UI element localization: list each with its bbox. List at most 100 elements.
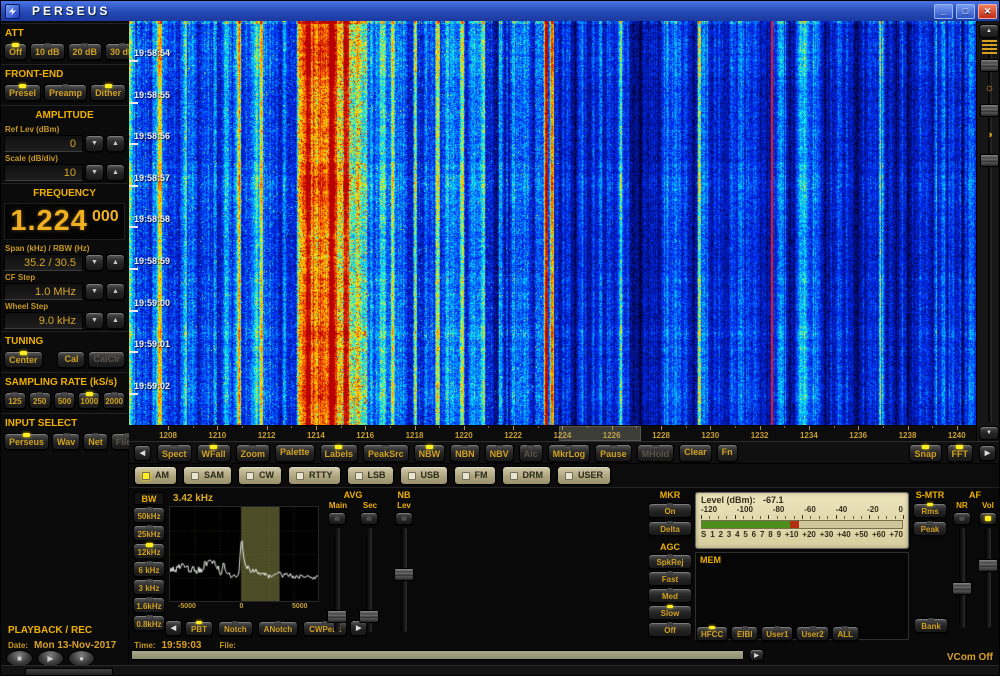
contrast-slider-thumb[interactable] [980,154,999,167]
ref-lev-down-button[interactable]: ▼ [85,135,104,152]
spect-button[interactable]: Spect [157,444,192,462]
mkrlog-button[interactable]: MkrLog [548,444,591,462]
cw-button[interactable]: CW [238,466,282,485]
clear-button[interactable]: Clear [679,444,712,462]
strip-up-button[interactable]: ▲ [979,24,999,38]
nbn-button[interactable]: NBN [450,444,480,462]
peak-button[interactable]: Peak [913,521,947,536]
notch-button[interactable]: Notch [218,621,253,636]
1-6khz-button[interactable]: 1.6kHz [133,597,165,613]
brightness-slider-thumb[interactable] [980,104,999,117]
nb-lev-slider-thumb[interactable] [394,568,414,581]
maximize-button[interactable]: □ [956,4,975,19]
strip-down-button[interactable]: ▼ [979,426,999,440]
spkrej-button[interactable]: SpkRej [648,554,692,569]
avg-main-toggle-button[interactable] [328,512,346,525]
delta-button[interactable]: Delta [648,521,692,536]
titlebar[interactable]: PERSEUS _ □ ✕ [1,1,1000,21]
vol-slider-thumb[interactable] [978,559,998,572]
med-button[interactable]: Med [648,588,692,603]
peaksrc-button[interactable]: PeakSrc [363,444,409,462]
labels-button[interactable]: Labels [320,444,359,462]
pause-button[interactable]: Pause [595,444,632,462]
drm-button[interactable]: DRM [502,466,552,485]
25khz-button[interactable]: 25kHz [133,525,165,541]
fm-button[interactable]: FM [454,466,496,485]
toolbar-scroll-right-button[interactable]: ▶ [979,445,996,461]
12khz-button[interactable]: 12kHz [133,543,165,559]
scale-field[interactable]: 10 [4,164,83,181]
sam-button[interactable]: SAM [183,466,232,485]
zoom-button[interactable]: Zoom [236,444,271,462]
usb-button[interactable]: USB [400,466,448,485]
slow-button[interactable]: Slow [648,605,692,620]
fast-button[interactable]: Fast [648,571,692,586]
avg-main-slider-thumb[interactable] [327,610,347,623]
6-khz-button[interactable]: 6 kHz [133,561,165,577]
cf-step-down-button[interactable]: ▼ [85,283,104,300]
off-button[interactable]: Off [4,43,27,60]
cf-step-up-button[interactable]: ▲ [106,283,125,300]
vol-slider[interactable] [977,528,999,628]
bottom-scrollbar[interactable] [1,665,1000,676]
ref-lev-up-button[interactable]: ▲ [106,135,125,152]
calclr-button[interactable]: CalClr [88,351,125,368]
fn-button[interactable]: Fn [717,444,738,462]
wfall-button[interactable]: WFall [197,444,231,462]
center-button[interactable]: Center [4,351,43,368]
toolbar-scroll-left-button[interactable]: ◀ [134,445,151,461]
anotch-button[interactable]: ANotch [258,621,298,636]
nb-lev-slider[interactable] [393,528,415,632]
frequency-display[interactable]: 1.224 000 [4,203,125,240]
fft-button[interactable]: FFT [947,444,974,462]
wheel-step-field[interactable]: 9.0 kHz [4,312,83,329]
wheel-step-down-button[interactable]: ▼ [85,312,104,329]
palette-button[interactable]: Palette [275,444,315,462]
waterfall-display[interactable]: 19:58:5419:58:5519:58:5619:58:5719:58:58… [129,21,976,425]
ref-lev-field[interactable]: 0 [4,135,83,152]
waterfall-canvas[interactable] [129,21,976,425]
avg-main-slider[interactable] [326,528,348,632]
minimize-button[interactable]: _ [934,4,953,19]
avg-sec-slider[interactable] [358,528,380,632]
pbt-button[interactable]: PBT [185,621,213,636]
1000-button[interactable]: 1000 [78,392,100,409]
user2-button[interactable]: User2 [796,626,828,641]
2000-button[interactable]: 2000 [103,392,125,409]
bank-button[interactable]: Bank [914,618,948,633]
500-button[interactable]: 500 [54,392,76,409]
frequency-scale[interactable]: 1208121012121214121612181220122212241226… [129,425,976,441]
nbv-button[interactable]: NBV [485,444,514,462]
50khz-button[interactable]: 50kHz [133,507,165,523]
nr-slider-thumb[interactable] [952,582,972,595]
off-button[interactable]: Off [648,622,692,637]
span-up-button[interactable]: ▲ [106,254,125,271]
snap-button[interactable]: Snap [909,444,941,462]
strip-slider-track[interactable] [988,41,992,423]
wheel-step-up-button[interactable]: ▲ [106,312,125,329]
0-8khz-button[interactable]: 0.8kHz [133,615,165,631]
pbt-scroll-left-button[interactable]: ◀ [165,620,182,636]
net-button[interactable]: Net [83,433,108,450]
250-button[interactable]: 250 [29,392,51,409]
10-db-button[interactable]: 10 dB [30,43,65,60]
perseus-button[interactable]: Perseus [4,433,49,450]
span-field[interactable]: 35.2 / 30.5 [4,254,83,271]
nbw-button[interactable]: NBW [414,444,446,462]
all-button[interactable]: ALL [832,626,859,641]
alc-button[interactable]: Alc [519,444,543,462]
am-button[interactable]: AM [134,466,177,485]
hfcc-button[interactable]: HFCC [696,626,728,641]
span-down-button[interactable]: ▼ [85,254,104,271]
user-button[interactable]: USER [557,466,611,485]
playback-step-button[interactable]: ▶ [749,649,764,661]
avg-sec-slider-thumb[interactable] [359,610,379,623]
user1-button[interactable]: User1 [761,626,793,641]
scale-down-button[interactable]: ▼ [85,164,104,181]
dither-button[interactable]: Dither [90,84,126,101]
cf-step-field[interactable]: 1.0 MHz [4,283,83,300]
nr-slider[interactable] [951,528,973,628]
vol-toggle-button[interactable] [979,512,997,525]
bottom-scrollbar-thumb[interactable] [25,668,113,676]
preamp-button[interactable]: Preamp [44,84,87,101]
